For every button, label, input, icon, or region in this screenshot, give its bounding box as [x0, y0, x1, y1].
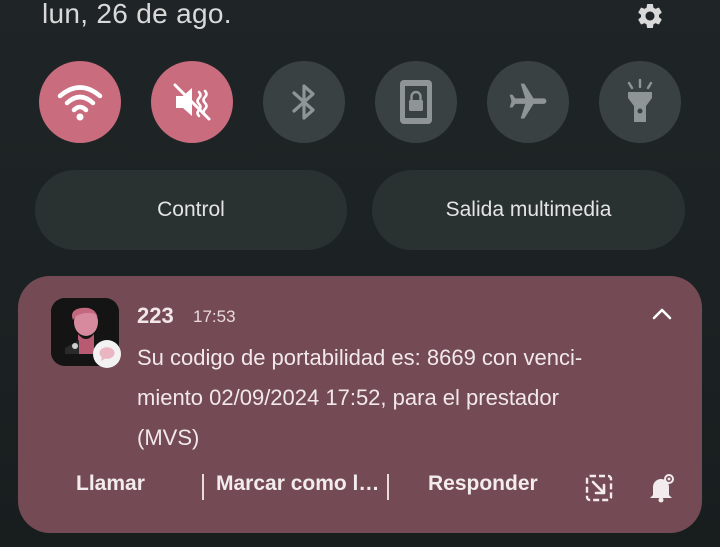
bluetooth-icon — [292, 84, 315, 120]
open-in-popup-button[interactable] — [584, 473, 614, 503]
sms-notification[interactable]: 223 17:53 Su codigo de portabilidad es: … — [18, 276, 702, 533]
message-line: Su codigo de portabilidad es: 8669 con v… — [137, 345, 583, 370]
bluetooth-tile[interactable] — [263, 61, 345, 143]
call-button[interactable]: Llamar — [76, 472, 145, 496]
gear-icon — [638, 3, 662, 28]
bell-icon — [650, 474, 674, 503]
chevron-up-icon — [652, 308, 672, 320]
action-divider — [202, 474, 204, 500]
control-label: Control — [157, 198, 225, 221]
sound-tile[interactable] — [151, 61, 233, 143]
flashlight-tile[interactable] — [599, 61, 681, 143]
airplane-icon — [509, 83, 547, 119]
collapse-button[interactable] — [648, 302, 676, 326]
message-badge — [93, 340, 121, 368]
status-date: lun, 26 de ago. — [42, 0, 232, 29]
popup-view-icon — [585, 474, 613, 502]
message-line: miento 02/09/2024 17:52, para el prestad… — [137, 385, 559, 410]
airplane-mode-tile[interactable] — [487, 61, 569, 143]
notification-settings-button[interactable] — [646, 473, 676, 503]
media-output-button[interactable]: Salida multimedia — [372, 170, 685, 250]
message-line: (MVS) — [137, 425, 200, 450]
notification-sender: 223 — [137, 303, 174, 328]
reply-button[interactable]: Responder — [428, 472, 538, 496]
rotation-lock-tile[interactable] — [375, 61, 457, 143]
rotation-lock-icon — [400, 80, 432, 124]
chat-bubble-icon — [99, 347, 115, 361]
mark-read-button[interactable]: Marcar como l… — [216, 472, 379, 496]
wifi-icon — [57, 85, 103, 121]
wifi-tile[interactable] — [39, 61, 121, 143]
media-output-label: Salida multimedia — [445, 198, 612, 221]
action-divider — [387, 474, 389, 500]
flashlight-icon — [627, 78, 653, 122]
control-button[interactable]: Control — [35, 170, 347, 250]
settings-button[interactable] — [632, 0, 668, 32]
quick-settings-tiles — [39, 61, 681, 143]
notification-message: Su codigo de portabilidad es: 8669 con v… — [137, 338, 647, 458]
notification-time: 17:53 — [193, 307, 236, 326]
sound-mute-icon — [173, 83, 211, 121]
